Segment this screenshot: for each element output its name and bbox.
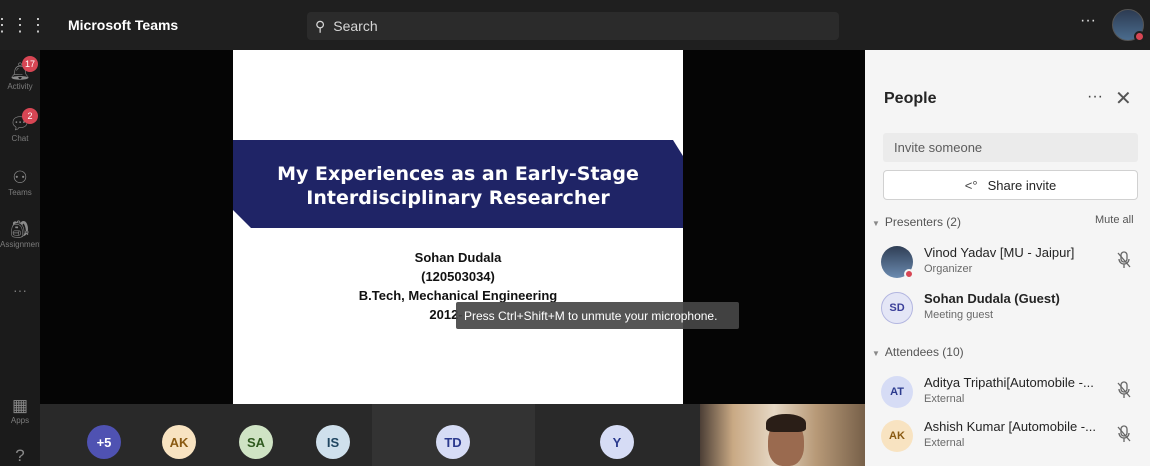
- assignments-icon: 🎒︎: [9, 220, 31, 239]
- busy-status-icon: [904, 269, 914, 279]
- participant-role: External: [924, 393, 965, 405]
- apps-icon: ▦: [11, 396, 29, 415]
- more-options-button[interactable]: ···: [1080, 12, 1096, 30]
- participant-avatar[interactable]: AK: [162, 425, 196, 459]
- share-invite-button[interactable]: <° Share invite: [883, 170, 1138, 200]
- rail-item-chat[interactable]: 💬︎ 2 Chat: [0, 108, 40, 143]
- presenters-section-toggle[interactable]: ▼ Presenters (2): [872, 215, 961, 229]
- search-icon: ⚲: [315, 17, 326, 34]
- overflow-participants-avatar[interactable]: +5: [87, 425, 121, 459]
- panel-close-button[interactable]: ✕: [1115, 86, 1132, 111]
- teams-icon: ⚇: [12, 168, 28, 187]
- participant-role: External: [924, 437, 965, 449]
- mic-muted-icon: [1117, 251, 1131, 268]
- busy-status-icon: [1134, 31, 1145, 42]
- presenter-row[interactable]: Vinod Yadav [MU - Jaipur] Organizer: [865, 242, 1150, 284]
- activity-badge: 17: [22, 56, 39, 72]
- slide-degree: B.Tech, Mechanical Engineering: [358, 288, 558, 303]
- participant-name: Aditya Tripathi[Automobile -...: [924, 375, 1094, 390]
- participant-avatar[interactable]: SA: [239, 425, 273, 459]
- rail-item-apps[interactable]: ▦ Apps: [0, 396, 40, 425]
- invite-input[interactable]: Invite someone: [883, 133, 1138, 162]
- chevron-down-icon: ▼: [872, 349, 880, 358]
- app-launcher-icon[interactable]: ⋮⋮⋮: [0, 0, 47, 50]
- app-title: Microsoft Teams: [68, 17, 179, 33]
- chevron-down-icon: ▼: [872, 219, 880, 228]
- rail-label: Chat: [11, 134, 29, 143]
- share-invite-label: Share invite: [987, 177, 1057, 193]
- invite-placeholder: Invite someone: [894, 140, 983, 155]
- mic-muted-icon: [1117, 425, 1131, 442]
- unmute-tooltip: Press Ctrl+Shift+M to unmute your microp…: [456, 302, 739, 329]
- presenter-row[interactable]: SD Sohan Dudala (Guest) Meeting guest: [865, 288, 1150, 330]
- mic-muted-icon: [1117, 381, 1131, 398]
- app-rail: 🔔︎ 17 Activity 💬︎ 2 Chat ⚇ Teams 🎒︎ Assi…: [0, 50, 40, 466]
- slide-author: Sohan Dudala: [414, 250, 502, 265]
- avatar-initials: IS: [326, 434, 340, 450]
- help-icon: ?: [15, 446, 25, 465]
- attendees-label: Attendees (10): [884, 345, 964, 359]
- participant-role: Organizer: [924, 263, 973, 275]
- panel-title: People: [884, 90, 937, 107]
- avatar-initials: Y: [612, 434, 622, 450]
- attendees-section-toggle[interactable]: ▼ Attendees (10): [872, 345, 964, 359]
- participant-name: Vinod Yadav [MU - Jaipur]: [924, 245, 1075, 260]
- rail-item-more[interactable]: ···: [0, 282, 40, 298]
- participant-avatar[interactable]: IS: [316, 425, 350, 459]
- participant-avatar[interactable]: TD: [436, 425, 470, 459]
- search-placeholder: Search: [333, 18, 378, 34]
- chat-badge: 2: [22, 108, 38, 124]
- rail-label: Apps: [10, 416, 30, 425]
- attendee-row[interactable]: AK Ashish Kumar [Automobile -... Externa…: [865, 416, 1150, 458]
- mute-all-button[interactable]: Mute all: [1095, 214, 1134, 226]
- rail-label: Teams: [8, 188, 32, 197]
- avatar: AT: [881, 376, 913, 408]
- avatar: [881, 246, 914, 279]
- rail-label: Assignments: [0, 240, 40, 249]
- participant-name: Ashish Kumar [Automobile -...: [924, 419, 1096, 434]
- rail-item-help[interactable]: ?: [0, 446, 40, 466]
- avatar: SD: [881, 292, 913, 324]
- avatar: AK: [881, 420, 913, 452]
- people-panel: People ··· ✕ Invite someone <° Share inv…: [865, 50, 1150, 466]
- avatar-initials: TD: [444, 434, 462, 450]
- slide-title: My Experiences as an Early-Stage Interdi…: [233, 162, 683, 210]
- slide-title-banner: My Experiences as an Early-Stage Interdi…: [233, 140, 683, 228]
- avatar-initials: +5: [96, 434, 112, 450]
- avatar-initials: SD: [889, 302, 905, 314]
- self-video-tile[interactable]: [700, 404, 865, 466]
- slide-roll-number: (120503034): [421, 269, 495, 284]
- attendee-row[interactable]: AT Aditya Tripathi[Automobile -... Exter…: [865, 372, 1150, 414]
- video-person-hair: [766, 414, 806, 432]
- rail-item-teams[interactable]: ⚇ Teams: [0, 168, 40, 197]
- participant-name: Sohan Dudala (Guest): [924, 291, 1060, 306]
- panel-more-button[interactable]: ···: [1087, 88, 1103, 106]
- shared-slide: My Experiences as an Early-Stage Interdi…: [233, 50, 683, 404]
- presenters-label: Presenters (2): [884, 215, 961, 229]
- slide-title-line-1: My Experiences as an Early-Stage: [277, 163, 639, 185]
- slide-title-line-2: Interdisciplinary Researcher: [306, 187, 610, 209]
- profile-avatar[interactable]: [1112, 9, 1145, 42]
- avatar-initials: SA: [246, 434, 266, 450]
- rail-item-activity[interactable]: 🔔︎ 17 Activity: [0, 56, 40, 91]
- participant-avatar[interactable]: Y: [600, 425, 634, 459]
- avatar-initials: AT: [890, 386, 904, 398]
- avatar-initials: AK: [889, 430, 905, 442]
- participant-role: Meeting guest: [924, 309, 994, 321]
- share-icon: <°: [964, 177, 978, 193]
- rail-label: Activity: [7, 82, 33, 91]
- more-icon: ···: [13, 282, 27, 298]
- search-input[interactable]: ⚲ Search: [307, 12, 839, 40]
- rail-item-assignments[interactable]: 🎒︎ Assignments: [0, 220, 40, 249]
- avatar-initials: AK: [169, 434, 189, 450]
